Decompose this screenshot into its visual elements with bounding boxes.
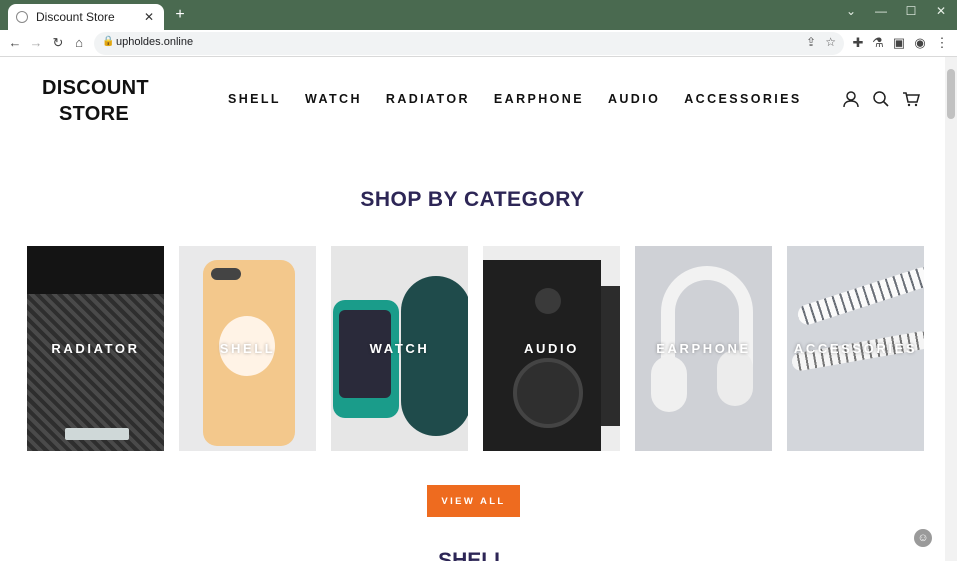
page-scrollbar[interactable] bbox=[945, 57, 957, 561]
browser-tab[interactable]: Discount Store ✕ bbox=[8, 4, 164, 30]
labs-flask-icon[interactable]: ⚗ bbox=[870, 34, 886, 52]
speaker-side bbox=[601, 286, 620, 426]
radiator-display bbox=[65, 428, 129, 440]
back-icon[interactable]: ← bbox=[7, 34, 23, 52]
logo-line2: STORE bbox=[58, 103, 130, 125]
share-icon[interactable]: ⇪ bbox=[806, 35, 816, 49]
address-bar[interactable]: 🔒 upholdes.online ⇪ ☆ bbox=[94, 32, 844, 55]
category-card-watch[interactable]: WATCH bbox=[331, 246, 468, 451]
maximize-button[interactable]: ☐ bbox=[896, 4, 926, 18]
search-icon[interactable] bbox=[872, 90, 890, 108]
scrollbar-thumb[interactable] bbox=[947, 69, 955, 119]
bookmark-star-icon[interactable]: ☆ bbox=[825, 35, 836, 49]
phone-camera bbox=[211, 268, 241, 280]
category-grid: RADIATOR SHELL WATCH AUDIO EARPHONE ACCE… bbox=[27, 246, 924, 451]
nav-item-audio[interactable]: AUDIO bbox=[608, 92, 660, 106]
cart-icon[interactable] bbox=[902, 90, 920, 108]
chat-widget-icon[interactable]: ☺ bbox=[914, 529, 932, 547]
nav-item-radiator[interactable]: RADIATOR bbox=[386, 92, 470, 106]
category-label: ACCESSORIES bbox=[793, 341, 918, 356]
tab-search-icon[interactable]: ⌄ bbox=[836, 4, 866, 18]
headphone-cup-left bbox=[651, 356, 687, 412]
url-text[interactable]: upholdes.online bbox=[116, 36, 193, 48]
profile-avatar-icon[interactable]: ◉ bbox=[912, 34, 928, 52]
web-page: DISCOUNT STORE SHELL WATCH RADIATOR EARP… bbox=[0, 57, 945, 561]
logo-line1: DISCOUNT bbox=[42, 77, 149, 99]
speaker-tweeter bbox=[535, 288, 561, 314]
extensions-icon[interactable]: ✚ bbox=[850, 34, 866, 52]
minimize-button[interactable]: — bbox=[866, 4, 896, 18]
nav-item-accessories[interactable]: ACCESSORIES bbox=[684, 92, 801, 106]
category-label: SHELL bbox=[219, 341, 276, 356]
close-tab-icon[interactable]: ✕ bbox=[142, 10, 156, 24]
main-nav: SHELL WATCH RADIATOR EARPHONE AUDIO ACCE… bbox=[228, 92, 802, 106]
category-label: WATCH bbox=[369, 341, 430, 356]
category-card-shell[interactable]: SHELL bbox=[179, 246, 316, 451]
favicon-icon bbox=[16, 11, 28, 23]
section-title: SHOP BY CATEGORY bbox=[360, 188, 585, 211]
account-icon[interactable] bbox=[842, 90, 860, 108]
new-tab-button[interactable]: + bbox=[172, 6, 188, 24]
lock-icon: 🔒 bbox=[102, 36, 115, 47]
radiator-image-top bbox=[27, 246, 164, 294]
headphone-cup-right bbox=[717, 350, 753, 406]
category-card-audio[interactable]: AUDIO bbox=[483, 246, 620, 451]
browser-toolbar: ← → ↻ ⌂ 🔒 upholdes.online ⇪ ☆ ✚ ⚗ ▣ ◉ ⋮ bbox=[0, 30, 957, 57]
header-icons bbox=[842, 90, 920, 108]
category-label: RADIATOR bbox=[51, 341, 140, 356]
store-logo[interactable]: DISCOUNT STORE bbox=[42, 75, 149, 127]
nav-item-shell[interactable]: SHELL bbox=[228, 92, 281, 106]
view-all-button[interactable]: VIEW ALL bbox=[427, 485, 520, 517]
cable-image bbox=[795, 264, 924, 328]
category-card-accessories[interactable]: ACCESSORIES bbox=[787, 246, 924, 451]
tab-title: Discount Store bbox=[36, 10, 115, 24]
forward-icon[interactable]: → bbox=[28, 34, 44, 52]
reload-icon[interactable]: ↻ bbox=[50, 34, 66, 52]
category-card-radiator[interactable]: RADIATOR bbox=[27, 246, 164, 451]
browser-menu-icon[interactable]: ⋮ bbox=[934, 34, 950, 52]
category-label: EARPHONE bbox=[656, 341, 751, 356]
next-section-title: SHELL bbox=[438, 549, 507, 561]
close-window-button[interactable]: ✕ bbox=[926, 4, 956, 18]
side-panel-icon[interactable]: ▣ bbox=[891, 34, 907, 52]
watch-band-image bbox=[401, 276, 468, 436]
category-label: AUDIO bbox=[524, 341, 579, 356]
category-card-earphone[interactable]: EARPHONE bbox=[635, 246, 772, 451]
browser-tab-strip: Discount Store ✕ + ⌄ — ☐ ✕ bbox=[0, 0, 957, 30]
speaker-woofer bbox=[513, 358, 583, 428]
home-icon[interactable]: ⌂ bbox=[71, 34, 87, 52]
nav-item-watch[interactable]: WATCH bbox=[305, 92, 362, 106]
nav-item-earphone[interactable]: EARPHONE bbox=[494, 92, 584, 106]
